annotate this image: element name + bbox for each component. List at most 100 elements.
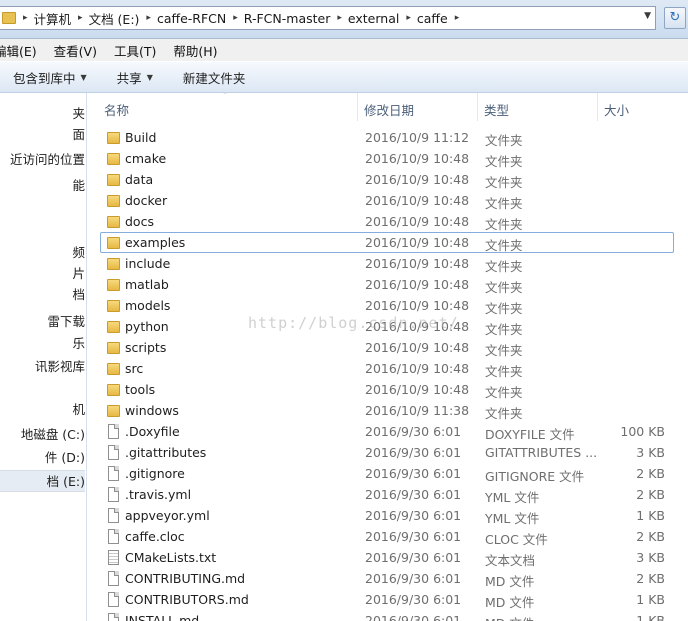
chevron-right-icon[interactable]: ▸ <box>455 13 460 23</box>
column-divider[interactable] <box>477 93 478 121</box>
breadcrumb-caffe-rfcn[interactable]: caffe-RFCN <box>157 11 226 26</box>
column-date-modified[interactable]: 修改日期 <box>364 100 414 119</box>
nav-item[interactable]: 讯影视库 <box>0 356 85 378</box>
refresh-button[interactable]: ↻ <box>664 7 686 29</box>
command-bar: 包含到库中 ▼ 共享 ▼ 新建文件夹 <box>0 62 688 93</box>
file-date-modified: 2016/9/30 6:01 <box>365 466 462 481</box>
file-row[interactable]: .Doxyfile 2016/9/30 6:01 DOXYFILE 文件 100 KB <box>100 421 674 442</box>
file-size: 2 KB <box>636 571 665 586</box>
chevron-down-icon: ▼ <box>146 72 153 82</box>
file-type: 文件夹 <box>485 238 523 253</box>
chevron-right-icon[interactable]: ▸ <box>406 13 411 23</box>
folder-row[interactable]: models 2016/10/9 10:48 文件夹 <box>100 295 674 316</box>
chevron-right-icon[interactable]: ▸ <box>337 13 342 23</box>
file-date-modified: 2016/10/9 11:38 <box>365 403 470 418</box>
file-name: examples <box>125 235 186 250</box>
new-folder-button[interactable]: 新建文件夹 <box>183 68 246 87</box>
file-type: 文件夹 <box>485 343 523 358</box>
folder-row[interactable]: docs 2016/10/9 10:48 文件夹 <box>100 211 674 232</box>
nav-item[interactable] <box>0 378 85 400</box>
folder-row[interactable]: scripts 2016/10/9 10:48 文件夹 <box>100 337 674 358</box>
file-date-modified: 2016/9/30 6:01 <box>365 424 462 439</box>
file-name: windows <box>125 403 179 418</box>
column-divider[interactable] <box>357 93 358 121</box>
file-date-modified: 2016/10/9 10:48 <box>365 277 470 292</box>
nav-item[interactable] <box>0 196 85 218</box>
folder-row[interactable]: examples 2016/10/9 10:48 文件夹 <box>100 232 674 253</box>
file-name: CONTRIBUTORS.md <box>125 592 249 607</box>
chevron-right-icon[interactable]: ▸ <box>23 13 28 23</box>
chevron-right-icon[interactable]: ▸ <box>78 13 83 23</box>
folder-row[interactable]: cmake 2016/10/9 10:48 文件夹 <box>100 148 674 169</box>
column-divider[interactable] <box>597 93 598 121</box>
folder-row[interactable]: include 2016/10/9 10:48 文件夹 <box>100 253 674 274</box>
column-type[interactable]: 类型 <box>484 100 509 119</box>
nav-item-label: 档 (E:) <box>46 474 85 489</box>
file-name: .travis.yml <box>125 487 192 502</box>
folder-row[interactable]: windows 2016/10/9 11:38 文件夹 <box>100 400 674 421</box>
chevron-right-icon[interactable]: ▸ <box>233 13 238 23</box>
menu-view[interactable]: 查看(V) <box>54 41 97 60</box>
file-icon <box>108 592 119 607</box>
breadcrumb-external[interactable]: external <box>348 11 399 26</box>
file-date-modified: 2016/10/9 11:12 <box>365 130 470 145</box>
file-row[interactable]: appveyor.yml 2016/9/30 6:01 YML 文件 1 KB <box>100 505 674 526</box>
file-row[interactable]: .gitattributes 2016/9/30 6:01 GITATTRIBUTE… <box>100 442 674 463</box>
breadcrumb-caffe[interactable]: caffe <box>417 11 448 26</box>
folder-row[interactable]: docker 2016/10/9 10:48 文件夹 <box>100 190 674 211</box>
file-icon <box>108 508 119 523</box>
file-list[interactable]: ˄ 名称 修改日期 类型 大小 Build 2016/10/9 11:12 文件夹 c… <box>87 93 688 621</box>
nav-item[interactable]: 频 <box>0 242 85 264</box>
file-name: models <box>125 298 171 313</box>
chevron-right-icon[interactable]: ▸ <box>146 13 151 23</box>
nav-item[interactable]: 乐 <box>0 333 85 355</box>
nav-item[interactable] <box>0 217 85 239</box>
file-row[interactable]: CONTRIBUTING.md 2016/9/30 6:01 MD 文件 2 KB <box>100 568 674 589</box>
file-row[interactable]: caffe.cloc 2016/9/30 6:01 CLOC 文件 2 KB <box>100 526 674 547</box>
nav-item[interactable]: 机 <box>0 399 85 421</box>
breadcrumb-drive-e[interactable]: 文档 (E:) <box>89 9 140 28</box>
folder-row[interactable]: src 2016/10/9 10:48 文件夹 <box>100 358 674 379</box>
folder-icon <box>107 258 120 270</box>
nav-item[interactable]: 片 <box>0 263 85 285</box>
navigation-pane[interactable]: 夹面近访问的位置能频片档雷下载乐讯影视库机地磁盘 (C:) 件 (D:) 档 (E:… <box>0 93 87 621</box>
file-row[interactable]: CMakeLists.txt 2016/9/30 6:01 文本文档 3 KB <box>100 547 674 568</box>
file-row[interactable]: .gitignore 2016/9/30 6:01 GITIGNORE 文件 2 KB <box>100 463 674 484</box>
chevron-down-icon[interactable]: ▼ <box>644 11 651 21</box>
column-size[interactable]: 大小 <box>604 100 629 119</box>
folder-row[interactable]: matlab 2016/10/9 10:48 文件夹 <box>100 274 674 295</box>
folder-icon <box>107 237 120 249</box>
folder-row[interactable]: data 2016/10/9 10:48 文件夹 <box>100 169 674 190</box>
nav-item[interactable]: 件 (D:) <box>0 447 85 469</box>
file-type: 文件夹 <box>485 406 523 421</box>
menu-tools[interactable]: 工具(T) <box>114 41 156 60</box>
folder-row[interactable]: Build 2016/10/9 11:12 文件夹 <box>100 127 674 148</box>
file-size: 1 KB <box>636 592 665 607</box>
include-in-library-button[interactable]: 包含到库中 ▼ <box>13 68 87 87</box>
file-type: MD 文件 <box>485 574 535 589</box>
folder-row[interactable]: tools 2016/10/9 10:48 文件夹 <box>100 379 674 400</box>
file-type: YML 文件 <box>485 511 540 526</box>
file-size: 1 KB <box>636 508 665 523</box>
file-row[interactable]: .travis.yml 2016/9/30 6:01 YML 文件 2 KB <box>100 484 674 505</box>
nav-item[interactable]: 档 <box>0 284 85 306</box>
breadcrumb-rfcn-master[interactable]: R-FCN-master <box>244 11 331 26</box>
menu-edit[interactable]: 编辑(E) <box>0 41 37 60</box>
address-breadcrumb[interactable]: ▸ 计算机 ▸ 文档 (E:) ▸ caffe-RFCN ▸ R-FCN-mas… <box>0 6 656 30</box>
breadcrumb-computer[interactable]: 计算机 <box>34 9 72 28</box>
nav-item[interactable]: 档 (E:) <box>0 470 85 492</box>
folder-row[interactable]: python 2016/10/9 10:48 文件夹 <box>100 316 674 337</box>
nav-item[interactable]: 面 <box>0 124 85 146</box>
menu-help[interactable]: 帮助(H) <box>173 41 217 60</box>
file-row[interactable]: CONTRIBUTORS.md 2016/9/30 6:01 MD 文件 1 KB <box>100 589 674 610</box>
column-name[interactable]: 名称 <box>104 100 129 119</box>
nav-item[interactable]: 地磁盘 (C:) <box>0 424 85 446</box>
share-button[interactable]: 共享 ▼ <box>117 68 153 87</box>
file-date-modified: 2016/10/9 10:48 <box>365 214 470 229</box>
nav-item[interactable]: 近访问的位置 <box>0 149 85 171</box>
file-row[interactable]: INSTALL.md 2016/9/30 6:01 MD 文件 1 KB <box>100 610 674 621</box>
nav-item[interactable]: 能 <box>0 175 85 197</box>
nav-item[interactable]: 夹 <box>0 103 85 125</box>
nav-item[interactable]: 雷下载 <box>0 311 85 333</box>
nav-item-label: 件 (D:) <box>44 450 85 465</box>
